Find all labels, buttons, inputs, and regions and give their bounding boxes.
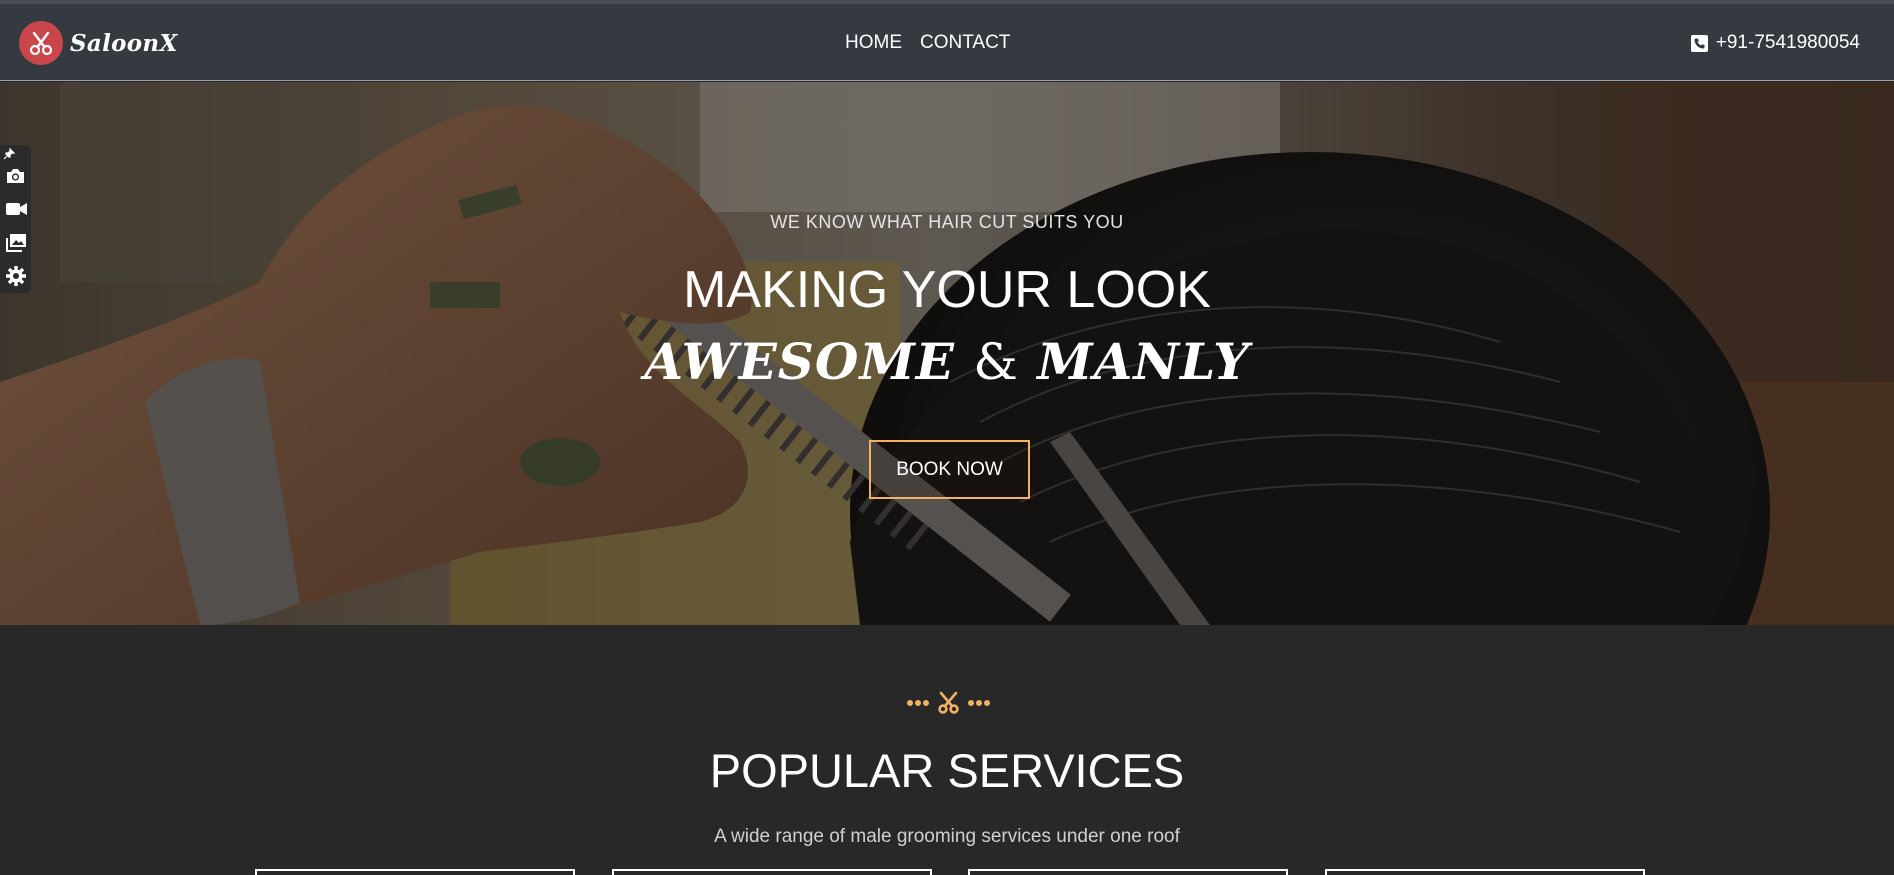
side-toolbar xyxy=(0,145,31,293)
gear-icon[interactable] xyxy=(5,265,27,292)
nav-phone[interactable]: +91-7541980054 xyxy=(1690,32,1860,54)
service-card[interactable] xyxy=(1325,869,1645,875)
services-subtitle: A wide range of male grooming services u… xyxy=(714,826,1180,847)
hero-content: WE KNOW WHAT HAIR CUT SUITS YOU MAKING Y… xyxy=(0,82,1894,625)
video-icon[interactable] xyxy=(5,201,28,222)
service-card[interactable] xyxy=(612,869,932,875)
phone-icon xyxy=(1690,34,1708,52)
nav-link-home[interactable]: HOME xyxy=(845,32,902,54)
scissors-icon xyxy=(907,691,990,714)
hero-title: MAKING YOUR LOOK xyxy=(683,261,1211,319)
hero-title-ampersand: & xyxy=(973,333,1019,391)
camera-icon[interactable] xyxy=(5,167,26,190)
brand[interactable]: SaloonX xyxy=(19,21,178,65)
service-card[interactable] xyxy=(255,869,575,875)
section-divider xyxy=(906,690,991,716)
book-now-button[interactable]: BOOK NOW xyxy=(869,440,1030,499)
gallery-icon[interactable] xyxy=(5,233,27,258)
nav-links: HOME CONTACT xyxy=(845,32,1010,54)
nav-link-contact[interactable]: CONTACT xyxy=(920,32,1010,54)
hero-title-word1: AWESOME xyxy=(644,332,955,391)
hero-kicker: WE KNOW WHAT HAIR CUT SUITS YOU xyxy=(770,212,1124,232)
brand-name: SaloonX xyxy=(70,29,178,57)
services-title: POPULAR SERVICES xyxy=(709,744,1185,797)
scissors-icon xyxy=(19,21,63,65)
phone-number: +91-7541980054 xyxy=(1715,32,1860,53)
hero-banner: WE KNOW WHAT HAIR CUT SUITS YOU MAKING Y… xyxy=(0,82,1894,625)
hero-title-word2: MANLY xyxy=(1037,332,1250,391)
navbar: SaloonX HOME CONTACT +91-7541980054 xyxy=(0,4,1894,81)
service-card[interactable] xyxy=(968,869,1288,875)
hero-title-highlight: AWESOME & MANLY xyxy=(0,332,1894,391)
pin-icon[interactable] xyxy=(3,147,16,165)
